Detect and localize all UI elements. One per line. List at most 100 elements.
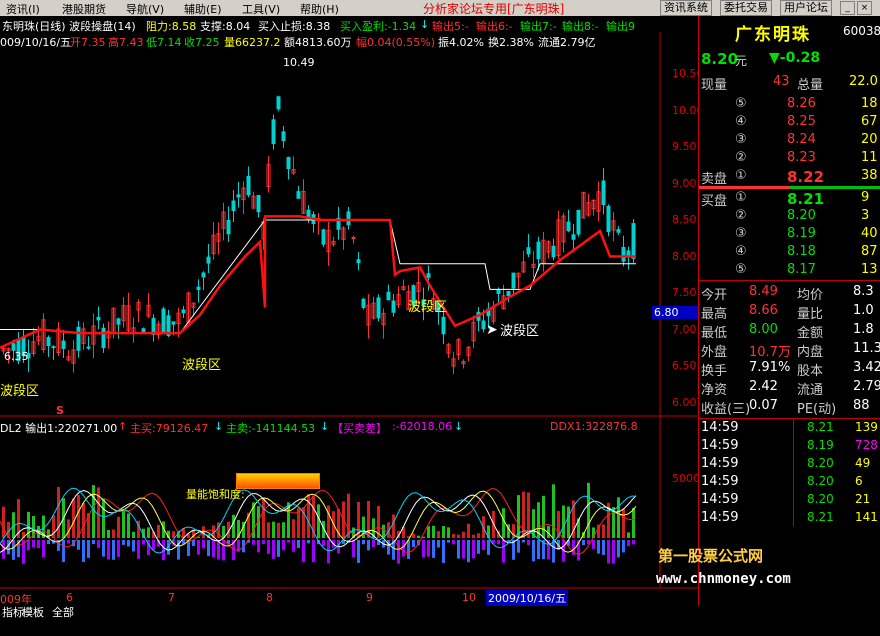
stat-value: 2.42 bbox=[749, 379, 778, 394]
net-flow-bar bbox=[287, 540, 290, 543]
tab-all[interactable]: 全部 bbox=[50, 606, 76, 620]
net-flow-bar bbox=[432, 540, 435, 558]
chart-svg bbox=[0, 32, 698, 589]
band-zone-label: 波段区 bbox=[182, 358, 222, 373]
stat-label: 流通 bbox=[797, 383, 824, 398]
candle-body bbox=[76, 326, 81, 351]
volume-bar bbox=[122, 509, 125, 538]
candle-body bbox=[506, 290, 511, 297]
stat-value: 1.0 bbox=[853, 303, 874, 318]
price-axis-tick: 6.00 bbox=[672, 395, 697, 409]
net-flow-bar bbox=[302, 540, 305, 563]
down-arrow-icon: ↓ bbox=[320, 420, 330, 433]
turnover-value: 换2.38% bbox=[488, 36, 534, 49]
volume-bar bbox=[327, 505, 330, 538]
tick-row: 14:59 8.21 141 bbox=[699, 510, 880, 528]
bid-label: 买盘 bbox=[701, 194, 728, 209]
tick-volume: 141 bbox=[855, 510, 878, 524]
ask-row[interactable]: ⑤ 8.26 18 bbox=[699, 96, 880, 114]
volume-bar bbox=[292, 519, 295, 538]
close-icon[interactable]: × bbox=[857, 1, 872, 15]
net-flow-bar bbox=[627, 540, 630, 547]
tab-templates[interactable]: 模板 bbox=[20, 606, 46, 620]
volume-bar bbox=[272, 521, 275, 538]
net-flow-bar bbox=[467, 540, 470, 563]
menu-item-help[interactable]: 帮助(H) bbox=[300, 1, 339, 17]
low-price: 低7.14 bbox=[146, 36, 182, 49]
bid-row[interactable]: ⑤ 8.17 13 bbox=[699, 262, 880, 280]
volume-bar bbox=[282, 522, 285, 538]
net-flow-bar bbox=[362, 540, 365, 545]
bid-row[interactable]: ② 8.20 3 bbox=[699, 208, 880, 226]
minimize-icon[interactable]: _ bbox=[840, 1, 855, 15]
net-flow-bar bbox=[67, 540, 70, 544]
menu-item-tools[interactable]: 工具(V) bbox=[242, 1, 280, 17]
info-system-button[interactable]: 资讯系统 bbox=[660, 0, 712, 16]
volume-bar bbox=[102, 498, 105, 538]
price-axis-tick: 7.50 bbox=[672, 286, 697, 299]
candle-body bbox=[286, 157, 291, 170]
ask-row[interactable]: ④ 8.25 67 bbox=[699, 114, 880, 132]
menu-item-hk-futures[interactable]: 港股期货 bbox=[62, 1, 106, 17]
bid-row[interactable]: 买盘 ① 8.21 9 bbox=[699, 190, 880, 209]
candle-body bbox=[276, 96, 281, 110]
candle-body bbox=[576, 209, 581, 235]
ask-level: ① bbox=[735, 168, 747, 183]
net-flow-bar bbox=[527, 540, 530, 546]
net-flow-bar bbox=[112, 540, 115, 560]
stat-row: 换手 7.91% 股本 3.42 bbox=[699, 360, 880, 379]
net-flow-bar bbox=[212, 540, 215, 558]
main-buy-legend: 主买:79126.47 bbox=[130, 422, 209, 435]
panel-divider bbox=[699, 280, 880, 281]
net-flow-bar bbox=[462, 540, 465, 559]
down-arrow-icon: ↓ bbox=[214, 420, 224, 433]
net-flow-bar bbox=[352, 540, 355, 558]
volume-bar bbox=[462, 531, 465, 538]
net-flow-bar bbox=[522, 540, 525, 543]
net-flow-bar bbox=[262, 540, 265, 545]
stat-label: 最低 bbox=[701, 326, 728, 341]
net-flow-bar bbox=[537, 540, 540, 560]
ask-row[interactable]: ② 8.23 11 bbox=[699, 150, 880, 168]
volume-bar bbox=[562, 505, 565, 538]
tick-volume: 728 bbox=[855, 438, 878, 452]
bid-volume: 40 bbox=[861, 226, 878, 241]
volume-saturation-bar bbox=[236, 473, 320, 489]
ask-volume: 67 bbox=[861, 114, 878, 129]
high-price: 高7.43 bbox=[108, 36, 144, 49]
x-axis-label: 009年 bbox=[0, 593, 32, 606]
volume-bar bbox=[477, 533, 480, 538]
change-value: 幅0.04(0.55%) bbox=[356, 36, 436, 49]
candle-body bbox=[281, 131, 286, 141]
volume-bar bbox=[392, 514, 395, 538]
candle-body bbox=[566, 221, 571, 232]
ask-volume: 38 bbox=[861, 168, 878, 183]
buy-profit-value: 买入盈利:-1.34 bbox=[340, 20, 417, 33]
cursor-arrow-icon: ➤ bbox=[486, 322, 498, 338]
price-axis-tick: 7.00 bbox=[672, 322, 697, 336]
stat-value: 8.49 bbox=[749, 284, 778, 299]
bid-row[interactable]: ③ 8.19 40 bbox=[699, 226, 880, 244]
total-volume-value: 22.0 bbox=[849, 74, 878, 89]
volume-bar bbox=[347, 493, 350, 538]
net-flow-bar bbox=[82, 540, 85, 562]
bid-row[interactable]: ④ 8.18 87 bbox=[699, 244, 880, 262]
stat-label: 收益(三) bbox=[701, 402, 751, 417]
stat-label: 均价 bbox=[797, 288, 824, 303]
ask-row[interactable]: ③ 8.24 20 bbox=[699, 132, 880, 150]
net-flow-bar bbox=[357, 540, 360, 563]
forum-button[interactable]: 用户论坛 bbox=[780, 0, 832, 16]
menu-item-navigate[interactable]: 导航(V) bbox=[126, 1, 164, 17]
x-axis-label: 10 bbox=[462, 591, 476, 604]
menu-item-info[interactable]: 资讯(I) bbox=[6, 1, 40, 17]
indicator-title: 东明珠(日线) 波段操盘(14) bbox=[2, 20, 136, 33]
trade-button[interactable]: 委托交易 bbox=[720, 0, 772, 16]
net-flow-bar bbox=[297, 540, 300, 549]
volume-bar bbox=[67, 519, 70, 538]
menu-bar: 资讯(I) 港股期货 导航(V) 辅助(E) 工具(V) 帮助(H) 分析家论坛… bbox=[0, 0, 880, 16]
tick-row: 14:59 8.20 21 bbox=[699, 492, 880, 510]
candle-body bbox=[271, 119, 276, 145]
menu-item-assist[interactable]: 辅助(E) bbox=[184, 1, 222, 17]
ask-row[interactable]: 卖盘 ① 8.22 38 bbox=[699, 168, 880, 187]
ask-label: 卖盘 bbox=[701, 172, 728, 187]
